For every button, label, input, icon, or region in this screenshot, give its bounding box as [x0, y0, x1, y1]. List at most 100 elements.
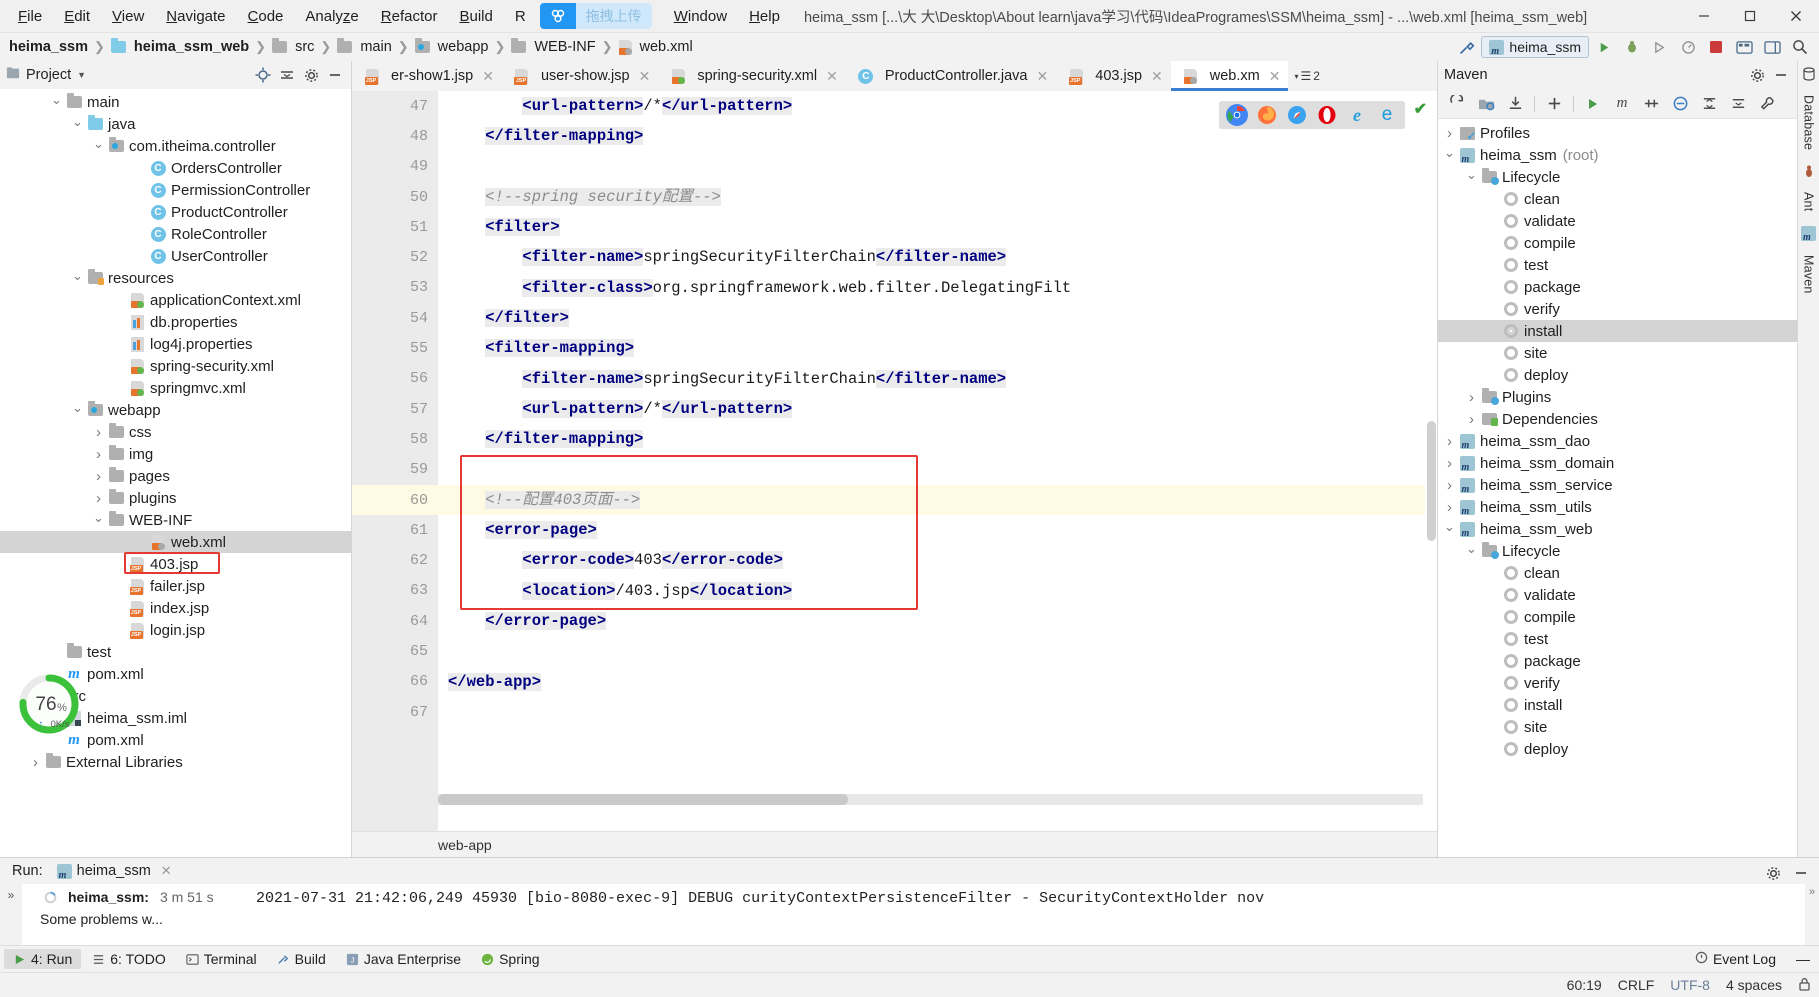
tree-node-log4j-properties[interactable]: log4j.properties	[0, 333, 351, 355]
maven-node-site[interactable]: site	[1438, 342, 1797, 364]
chevron-down-icon[interactable]: ⌄	[1442, 145, 1457, 161]
code-line[interactable]: <url-pattern>/*</url-pattern>	[438, 394, 1437, 424]
close-icon[interactable]: ✕	[639, 68, 651, 85]
menu-refactor[interactable]: Refactor	[371, 4, 448, 29]
maven-node-verify[interactable]: verify	[1438, 672, 1797, 694]
run-hide-icon[interactable]	[1789, 861, 1813, 885]
line-number[interactable]: 51	[352, 212, 471, 242]
tool-window-button-build[interactable]: Build	[268, 949, 335, 969]
line-number[interactable]: 48	[352, 121, 471, 151]
code-line[interactable]: <!--spring security配置-->	[438, 182, 1437, 212]
chevron-down-icon[interactable]: ⌄	[91, 510, 106, 526]
database-strip-icon[interactable]	[1802, 67, 1816, 85]
line-number[interactable]: 67	[352, 697, 438, 727]
bottom-tool-window-bar[interactable]: 4: Run 6: TODO Terminal Build J Java Enterpri…	[0, 945, 1819, 972]
maven-node-heima-ssm-utils[interactable]: › heima_ssm_utils	[1438, 496, 1797, 518]
update-app-icon[interactable]	[1731, 35, 1757, 59]
edge-icon[interactable]: e	[1376, 104, 1398, 126]
tool-window-button-6--todo[interactable]: 6: TODO	[83, 949, 175, 969]
tree-node-spring-security-xml[interactable]: spring-security.xml	[0, 355, 351, 377]
run-tree[interactable]: heima_ssm: 3 m 51 s Some problems w...	[22, 884, 250, 945]
maven-strip-icon[interactable]	[1801, 225, 1816, 245]
expand-all-icon[interactable]	[1696, 92, 1722, 116]
locate-icon[interactable]	[251, 63, 275, 87]
code-line[interactable]: <filter-name>springSecurityFilterChain</…	[438, 364, 1437, 394]
firefox-icon[interactable]	[1256, 104, 1278, 126]
project-panel-title-group[interactable]: Project ▼	[4, 66, 86, 84]
run-icon[interactable]	[1591, 35, 1617, 59]
chevron-down-icon[interactable]: ⌄	[70, 114, 85, 130]
editor-horizontal-scrollbar[interactable]	[438, 794, 1423, 805]
maven-node-test[interactable]: test	[1438, 628, 1797, 650]
tree-node-img[interactable]: › img	[0, 443, 351, 465]
chevron-right-icon[interactable]: ›	[91, 468, 106, 485]
maven-node-package[interactable]: package	[1438, 276, 1797, 298]
menu-analyze[interactable]: Analyze	[295, 4, 368, 29]
maven-node-heima-ssm-dao[interactable]: › heima_ssm_dao	[1438, 430, 1797, 452]
line-number[interactable]: 54	[352, 303, 471, 333]
tree-node-plugins[interactable]: › plugins	[0, 487, 351, 509]
chevron-right-icon[interactable]: ›	[91, 490, 106, 507]
tree-node-pages[interactable]: › pages	[0, 465, 351, 487]
maven-node-verify[interactable]: verify	[1438, 298, 1797, 320]
profiler-icon[interactable]	[1675, 35, 1701, 59]
code-line[interactable]: <location>/403.jsp</location>	[438, 576, 1437, 606]
layout-icon[interactable]	[1759, 35, 1785, 59]
refresh-icon[interactable]	[1444, 92, 1470, 116]
close-icon[interactable]: ✕	[1269, 68, 1281, 85]
maven-m-icon[interactable]: m	[1609, 92, 1635, 116]
code-line[interactable]	[438, 455, 1437, 485]
code-line[interactable]: <filter-class>org.springframework.web.fi…	[438, 273, 1437, 303]
strip-label-maven[interactable]: Maven	[1802, 249, 1816, 300]
ant-strip-icon[interactable]	[1802, 164, 1816, 182]
maven-node-site[interactable]: site	[1438, 716, 1797, 738]
tree-node-java[interactable]: ⌄ java	[0, 113, 351, 135]
tree-node-external-libraries[interactable]: › External Libraries	[0, 751, 351, 773]
chevron-right-icon[interactable]: ›	[1464, 389, 1479, 406]
chevron-down-icon[interactable]: ⌄	[1442, 519, 1457, 535]
plus-icon[interactable]	[1541, 92, 1567, 116]
maven-node-test[interactable]: test	[1438, 254, 1797, 276]
run-maven-goal-icon[interactable]	[1580, 92, 1606, 116]
chevron-right-icon[interactable]: ›	[28, 754, 43, 771]
strip-label-ant[interactable]: Ant	[1802, 186, 1816, 217]
tree-node-web-inf[interactable]: ⌄ WEB-INF	[0, 509, 351, 531]
menu-window[interactable]: Window	[664, 4, 737, 29]
tree-node-orderscontroller[interactable]: C OrdersController	[0, 157, 351, 179]
maven-node-plugins[interactable]: › Plugins	[1438, 386, 1797, 408]
hide-bottom-panel-button[interactable]: —	[1787, 949, 1819, 969]
maven-node-compile[interactable]: compile	[1438, 606, 1797, 628]
editor-tab-er-show1-jsp[interactable]: er-show1.jsp ✕	[352, 61, 502, 91]
maven-node-clean[interactable]: clean	[1438, 188, 1797, 210]
tree-node-test[interactable]: test	[0, 641, 351, 663]
chevron-down-icon[interactable]: ▼	[77, 70, 86, 80]
close-button[interactable]	[1773, 0, 1819, 33]
tree-node-login-jsp[interactable]: login.jsp	[0, 619, 351, 641]
coverage-icon[interactable]	[1647, 35, 1673, 59]
menu-file[interactable]: File	[8, 4, 52, 29]
tree-node-failer-jsp[interactable]: failer.jsp	[0, 575, 351, 597]
hide-panel-icon[interactable]	[323, 63, 347, 87]
close-icon[interactable]: ✕	[161, 863, 172, 879]
console-expand-icon[interactable]: »	[1809, 886, 1815, 898]
safari-icon[interactable]	[1286, 104, 1308, 126]
line-number[interactable]: 60	[352, 484, 472, 516]
run-tree-row[interactable]: heima_ssm: 3 m 51 s	[22, 886, 250, 908]
close-icon[interactable]: ✕	[826, 68, 838, 85]
run-tree-row[interactable]: Some problems w...	[22, 908, 250, 930]
line-number[interactable]: 49	[352, 152, 438, 182]
opera-icon[interactable]	[1316, 104, 1338, 126]
chevron-right-icon[interactable]: ›	[91, 424, 106, 441]
maven-node-lifecycle[interactable]: ⌄ Lifecycle	[1438, 540, 1797, 562]
line-number[interactable]: 56	[352, 364, 438, 394]
chevron-right-icon[interactable]: ›	[1442, 433, 1457, 450]
line-separator[interactable]: CRLF	[1618, 977, 1655, 993]
tree-node-db-properties[interactable]: db.properties	[0, 311, 351, 333]
chevron-right-icon[interactable]: ›	[91, 446, 106, 463]
strip-label-database[interactable]: Database	[1802, 89, 1816, 156]
line-number[interactable]: 53	[352, 273, 438, 303]
breadcrumb-item-webapp[interactable]: webapp	[412, 38, 492, 55]
close-icon[interactable]: ✕	[1037, 68, 1049, 85]
line-number[interactable]: 63	[352, 576, 438, 606]
maven-node-install[interactable]: install	[1438, 694, 1797, 716]
